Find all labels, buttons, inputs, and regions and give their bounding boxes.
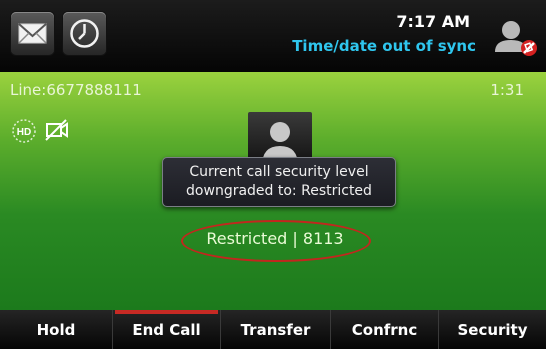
active-call-panel: Line:6677888111 1:31 HD Restricted | 811… xyxy=(0,72,546,310)
status-bar: 7:17 AM Time/date out of sync xyxy=(0,0,546,72)
notification-line-2: downgraded to: Restricted xyxy=(186,183,372,199)
messages-button[interactable] xyxy=(11,12,54,55)
phone-screen: 7:17 AM Time/date out of sync Line:66778… xyxy=(0,0,546,349)
highlight-ellipse xyxy=(181,220,371,262)
line-label: Line:6677888111 xyxy=(10,81,142,99)
video-off-icon xyxy=(45,119,68,141)
clock-time: 7:17 AM xyxy=(396,12,470,31)
softkey-bar: Hold End Call Transfer Confrnc Security xyxy=(0,310,546,349)
call-timer: 1:31 xyxy=(490,81,524,99)
svg-text:HD: HD xyxy=(17,127,31,138)
user-status-icon xyxy=(495,21,537,56)
clock-icon xyxy=(70,19,99,48)
security-notification: Current call security level downgraded t… xyxy=(162,157,396,207)
end-call-softkey[interactable]: End Call xyxy=(112,310,220,349)
sync-warning: Time/date out of sync xyxy=(292,37,476,55)
clock-button[interactable] xyxy=(63,12,106,55)
security-softkey[interactable]: Security xyxy=(438,310,546,349)
notification-line-1: Current call security level xyxy=(189,164,369,180)
transfer-softkey[interactable]: Transfer xyxy=(220,310,330,349)
envelope-icon xyxy=(18,23,47,44)
conference-softkey[interactable]: Confrnc xyxy=(330,310,438,349)
hd-audio-icon: HD xyxy=(12,119,36,143)
user-status-button[interactable] xyxy=(491,12,539,60)
hold-softkey[interactable]: Hold xyxy=(0,310,112,349)
